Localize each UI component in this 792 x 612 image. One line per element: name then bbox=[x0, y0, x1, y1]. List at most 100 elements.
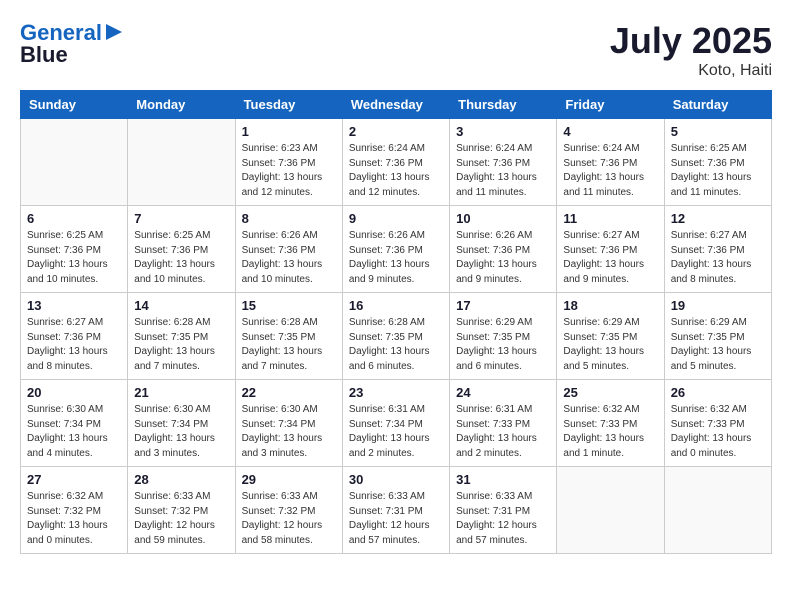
day-detail: Sunrise: 6:25 AM Sunset: 7:36 PM Dayligh… bbox=[671, 142, 765, 200]
day-number: 1 bbox=[242, 124, 336, 139]
day-detail: Sunrise: 6:26 AM Sunset: 7:36 PM Dayligh… bbox=[456, 229, 550, 287]
day-number: 19 bbox=[671, 298, 765, 313]
calendar-week-row: 20Sunrise: 6:30 AM Sunset: 7:34 PM Dayli… bbox=[21, 380, 772, 467]
page-header: General Blue July 2025 Koto, Haiti bbox=[20, 20, 772, 80]
day-detail: Sunrise: 6:31 AM Sunset: 7:34 PM Dayligh… bbox=[349, 403, 443, 461]
calendar-week-row: 13 Sunrise: 6:27 AM Sunset: 7:36 PM Dayli… bbox=[21, 293, 772, 380]
day-detail: Sunrise: 6:32 AM Sunset: 7:33 PM Dayligh… bbox=[671, 403, 765, 461]
day-number: 16 bbox=[349, 298, 443, 313]
day-number: 15 bbox=[242, 298, 336, 313]
location-title: Koto, Haiti bbox=[610, 62, 772, 80]
calendar-day-cell: 26 Sunrise: 6:32 AM Sunset: 7:33 PM Dayli… bbox=[664, 380, 771, 467]
calendar-day-cell: 7 Sunrise: 6:25 AM Sunset: 7:36 PM Daylig… bbox=[128, 206, 235, 293]
day-number: 26 bbox=[671, 385, 765, 400]
day-detail: Sunrise: 6:30 AM Sunset: 7:34 PM Dayligh… bbox=[134, 403, 228, 461]
day-detail: Sunrise: 6:33 AM Sunset: 7:31 PM Dayligh… bbox=[349, 490, 443, 548]
day-number: 4 bbox=[563, 124, 657, 139]
day-number: 9 bbox=[349, 211, 443, 226]
calendar-day-cell: 27Sunrise: 6:32 AM Sunset: 7:32 PM Dayli… bbox=[21, 467, 128, 554]
calendar-day-cell: 19 Sunrise: 6:29 AM Sunset: 7:35 PM Dayli… bbox=[664, 293, 771, 380]
title-block: July 2025 Koto, Haiti bbox=[610, 20, 772, 80]
calendar-day-cell: 23 Sunrise: 6:31 AM Sunset: 7:34 PM Dayli… bbox=[342, 380, 449, 467]
calendar-day-cell: 10 Sunrise: 6:26 AM Sunset: 7:36 PM Dayli… bbox=[450, 206, 557, 293]
weekday-header-cell: Friday bbox=[557, 91, 664, 119]
day-detail: Sunrise: 6:28 AM Sunset: 7:35 PM Dayligh… bbox=[134, 316, 228, 374]
calendar-day-cell: 14 Sunrise: 6:28 AM Sunset: 7:35 PM Dayli… bbox=[128, 293, 235, 380]
calendar-day-cell: 9 Sunrise: 6:26 AM Sunset: 7:36 PM Daylig… bbox=[342, 206, 449, 293]
day-detail: Sunrise: 6:26 AM Sunset: 7:36 PM Dayligh… bbox=[242, 229, 336, 287]
calendar-day-cell: 21 Sunrise: 6:30 AM Sunset: 7:34 PM Dayli… bbox=[128, 380, 235, 467]
day-detail: Sunrise: 6:30 AM Sunset: 7:34 PM Dayligh… bbox=[242, 403, 336, 461]
calendar-day-cell: 12 Sunrise: 6:27 AM Sunset: 7:36 PM Dayli… bbox=[664, 206, 771, 293]
day-detail: Sunrise: 6:28 AM Sunset: 7:35 PM Dayligh… bbox=[242, 316, 336, 374]
day-detail: Sunrise: 6:31 AM Sunset: 7:33 PM Dayligh… bbox=[456, 403, 550, 461]
day-number: 10 bbox=[456, 211, 550, 226]
calendar-table: SundayMondayTuesdayWednesdayThursdayFrid… bbox=[20, 90, 772, 554]
calendar-day-cell: 15 Sunrise: 6:28 AM Sunset: 7:35 PM Dayli… bbox=[235, 293, 342, 380]
day-detail: Sunrise: 6:24 AM Sunset: 7:36 PM Dayligh… bbox=[563, 142, 657, 200]
weekday-header-cell: Monday bbox=[128, 91, 235, 119]
day-detail: Sunrise: 6:28 AM Sunset: 7:35 PM Dayligh… bbox=[349, 316, 443, 374]
calendar-day-cell: 17 Sunrise: 6:29 AM Sunset: 7:35 PM Dayli… bbox=[450, 293, 557, 380]
day-detail: Sunrise: 6:24 AM Sunset: 7:36 PM Dayligh… bbox=[349, 142, 443, 200]
calendar-week-row: 6 Sunrise: 6:25 AM Sunset: 7:36 PM Daylig… bbox=[21, 206, 772, 293]
day-detail: Sunrise: 6:24 AM Sunset: 7:36 PM Dayligh… bbox=[456, 142, 550, 200]
day-number: 31 bbox=[456, 472, 550, 487]
day-number: 7 bbox=[134, 211, 228, 226]
calendar-day-cell bbox=[21, 119, 128, 206]
calendar-day-cell bbox=[557, 467, 664, 554]
day-number: 14 bbox=[134, 298, 228, 313]
day-number: 25 bbox=[563, 385, 657, 400]
day-number: 18 bbox=[563, 298, 657, 313]
day-number: 30 bbox=[349, 472, 443, 487]
day-number: 8 bbox=[242, 211, 336, 226]
calendar-week-row: 27Sunrise: 6:32 AM Sunset: 7:32 PM Dayli… bbox=[21, 467, 772, 554]
calendar-day-cell: 30 Sunrise: 6:33 AM Sunset: 7:31 PM Dayli… bbox=[342, 467, 449, 554]
calendar-day-cell: 8 Sunrise: 6:26 AM Sunset: 7:36 PM Daylig… bbox=[235, 206, 342, 293]
calendar-day-cell: 11 Sunrise: 6:27 AM Sunset: 7:36 PM Dayli… bbox=[557, 206, 664, 293]
calendar-day-cell bbox=[664, 467, 771, 554]
calendar-day-cell: 4 Sunrise: 6:24 AM Sunset: 7:36 PM Daylig… bbox=[557, 119, 664, 206]
calendar-day-cell: 16 Sunrise: 6:28 AM Sunset: 7:35 PM Dayli… bbox=[342, 293, 449, 380]
day-detail: Sunrise: 6:32 AM Sunset: 7:33 PM Dayligh… bbox=[563, 403, 657, 461]
day-detail: Sunrise: 6:29 AM Sunset: 7:35 PM Dayligh… bbox=[456, 316, 550, 374]
calendar-day-cell: 6 Sunrise: 6:25 AM Sunset: 7:36 PM Daylig… bbox=[21, 206, 128, 293]
calendar-day-cell: 3 Sunrise: 6:24 AM Sunset: 7:36 PM Daylig… bbox=[450, 119, 557, 206]
day-number: 5 bbox=[671, 124, 765, 139]
calendar-day-cell: 20Sunrise: 6:30 AM Sunset: 7:34 PM Dayli… bbox=[21, 380, 128, 467]
weekday-header-cell: Wednesday bbox=[342, 91, 449, 119]
day-number: 12 bbox=[671, 211, 765, 226]
day-number: 11 bbox=[563, 211, 657, 226]
day-detail: Sunrise: 6:33 AM Sunset: 7:32 PM Dayligh… bbox=[134, 490, 228, 548]
calendar-day-cell bbox=[128, 119, 235, 206]
day-detail: Sunrise: 6:30 AM Sunset: 7:34 PM Dayligh… bbox=[27, 403, 121, 461]
day-number: 6 bbox=[27, 211, 121, 226]
day-number: 13 bbox=[27, 298, 121, 313]
day-number: 17 bbox=[456, 298, 550, 313]
calendar-body: 1Sunrise: 6:23 AM Sunset: 7:36 PM Daylig… bbox=[21, 119, 772, 554]
calendar-day-cell: 18Sunrise: 6:29 AM Sunset: 7:35 PM Dayli… bbox=[557, 293, 664, 380]
day-detail: Sunrise: 6:26 AM Sunset: 7:36 PM Dayligh… bbox=[349, 229, 443, 287]
day-detail: Sunrise: 6:27 AM Sunset: 7:36 PM Dayligh… bbox=[27, 316, 121, 374]
day-detail: Sunrise: 6:25 AM Sunset: 7:36 PM Dayligh… bbox=[134, 229, 228, 287]
day-number: 24 bbox=[456, 385, 550, 400]
day-number: 21 bbox=[134, 385, 228, 400]
weekday-header-cell: Tuesday bbox=[235, 91, 342, 119]
day-detail: Sunrise: 6:29 AM Sunset: 7:35 PM Dayligh… bbox=[671, 316, 765, 374]
calendar-day-cell: 22Sunrise: 6:30 AM Sunset: 7:34 PM Dayli… bbox=[235, 380, 342, 467]
day-detail: Sunrise: 6:27 AM Sunset: 7:36 PM Dayligh… bbox=[563, 229, 657, 287]
weekday-header-cell: Thursday bbox=[450, 91, 557, 119]
calendar-day-cell: 1Sunrise: 6:23 AM Sunset: 7:36 PM Daylig… bbox=[235, 119, 342, 206]
day-detail: Sunrise: 6:27 AM Sunset: 7:36 PM Dayligh… bbox=[671, 229, 765, 287]
calendar-day-cell: 13 Sunrise: 6:27 AM Sunset: 7:36 PM Dayli… bbox=[21, 293, 128, 380]
weekday-header-row: SundayMondayTuesdayWednesdayThursdayFrid… bbox=[21, 91, 772, 119]
calendar-day-cell: 2Sunrise: 6:24 AM Sunset: 7:36 PM Daylig… bbox=[342, 119, 449, 206]
day-number: 3 bbox=[456, 124, 550, 139]
day-number: 23 bbox=[349, 385, 443, 400]
day-detail: Sunrise: 6:32 AM Sunset: 7:32 PM Dayligh… bbox=[27, 490, 121, 548]
day-detail: Sunrise: 6:25 AM Sunset: 7:36 PM Dayligh… bbox=[27, 229, 121, 287]
weekday-header-cell: Sunday bbox=[21, 91, 128, 119]
calendar-day-cell: 28Sunrise: 6:33 AM Sunset: 7:32 PM Dayli… bbox=[128, 467, 235, 554]
calendar-day-cell: 5 Sunrise: 6:25 AM Sunset: 7:36 PM Daylig… bbox=[664, 119, 771, 206]
logo: General Blue bbox=[20, 20, 122, 68]
